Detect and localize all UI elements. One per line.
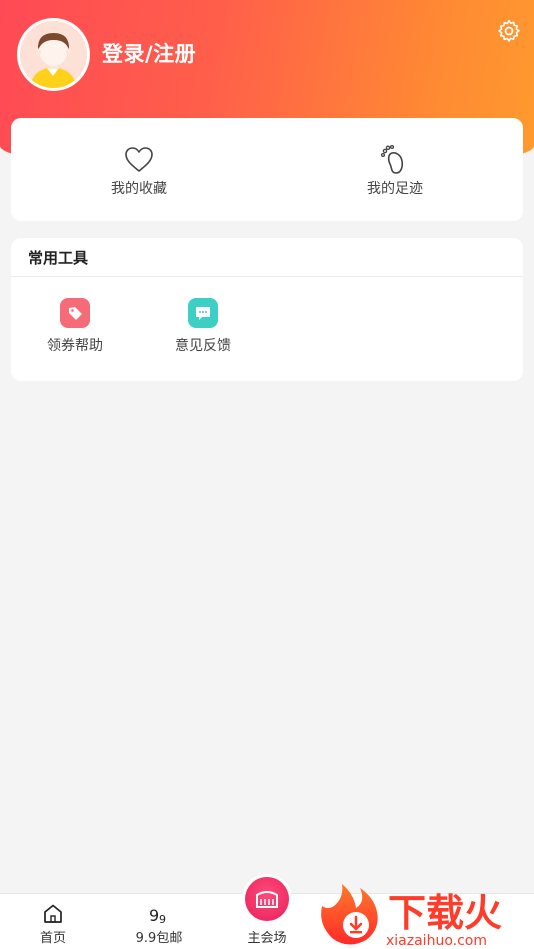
tab-home-label: 首页	[39, 931, 66, 946]
chat-icon	[188, 298, 218, 328]
tab-home[interactable]: 首页	[0, 894, 106, 949]
my-favorites-label: 我的收藏	[111, 181, 167, 197]
svg-text:9: 9	[159, 913, 166, 926]
avatar[interactable]	[17, 18, 90, 91]
main-venue-icon[interactable]	[245, 877, 289, 921]
avatar-illustration	[20, 21, 87, 88]
my-favorites-item[interactable]: 我的收藏	[11, 118, 267, 221]
common-tools-title: 常用工具	[28, 249, 89, 267]
feedback-label: 意见反馈	[175, 338, 231, 354]
coupon-help-item[interactable]: 领券帮助	[25, 298, 125, 355]
xiazaihuo-watermark-logo: 下载火 xiazaihuo.com	[321, 884, 502, 949]
login-register-link[interactable]: 登录/注册	[102, 38, 196, 68]
tab-nine-nine-label: 9.9包邮	[135, 931, 183, 946]
tag-icon	[60, 298, 90, 328]
tab-main-venue-label: 主会场	[247, 931, 287, 946]
favorites-card: 我的收藏 我的足迹	[11, 118, 523, 221]
my-footprints-item[interactable]: 我的足迹	[267, 118, 523, 221]
feedback-item[interactable]: 意见反馈	[153, 298, 253, 355]
coupon-help-label: 领券帮助	[47, 338, 103, 354]
footprint-icon	[380, 144, 404, 174]
settings-gear-icon[interactable]	[496, 18, 522, 44]
divider	[11, 276, 523, 277]
nine-nine-icon: 9 9	[149, 906, 166, 926]
my-footprints-label: 我的足迹	[367, 181, 423, 197]
watermark-title: 下载火	[388, 891, 502, 935]
heart-icon	[125, 147, 153, 172]
tab-nine-nine[interactable]: 9 9 9.9包邮	[106, 894, 212, 949]
common-tools-card: 常用工具 领券帮助 意见反馈	[11, 238, 523, 381]
watermark-site: xiazaihuo.com	[386, 933, 487, 949]
svg-text:9: 9	[149, 906, 159, 925]
home-icon	[44, 904, 62, 923]
